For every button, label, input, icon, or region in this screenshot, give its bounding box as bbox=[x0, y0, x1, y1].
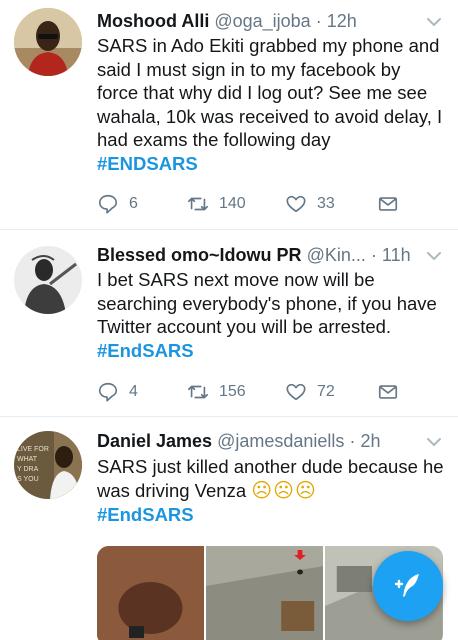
retweet-button[interactable]: 140 bbox=[187, 192, 246, 216]
chevron-down-icon[interactable] bbox=[426, 14, 442, 30]
retweet-icon bbox=[188, 385, 208, 399]
tweet-header: Blessed omo~Idowu PR @Kin... · 11h bbox=[97, 244, 418, 266]
like-count: 33 bbox=[317, 195, 335, 212]
tweet-actions: 6 140 33 bbox=[97, 192, 418, 216]
user-handle[interactable]: @oga_ijoba bbox=[214, 11, 310, 31]
retweet-count: 140 bbox=[219, 195, 246, 212]
avatar-image bbox=[14, 8, 82, 76]
heart-icon bbox=[286, 383, 306, 401]
display-name[interactable]: Blessed omo~Idowu PR bbox=[97, 245, 302, 265]
user-handle[interactable]: @jamesdaniells bbox=[217, 431, 344, 451]
tweet-text-content: SARS in Ado Ekiti grabbed my phone and s… bbox=[97, 35, 443, 150]
avatar-caption-line: Y DRA bbox=[17, 466, 39, 473]
share-button[interactable] bbox=[377, 380, 399, 404]
avatar-image bbox=[14, 246, 82, 314]
reply-button[interactable]: 4 bbox=[97, 380, 138, 404]
display-name[interactable]: Moshood Alli bbox=[97, 11, 209, 31]
reply-count: 4 bbox=[129, 383, 138, 400]
avatar[interactable]: LIVE FOR WHAT Y DRA S YOU bbox=[14, 431, 82, 499]
tweet-text: SARS in Ado Ekiti grabbed my phone and s… bbox=[97, 34, 444, 175]
separator-dot: · bbox=[370, 245, 377, 265]
tweet-actions: 4 156 72 bbox=[97, 380, 418, 404]
avatar[interactable] bbox=[14, 246, 82, 314]
hashtag-link[interactable]: #ENDSARS bbox=[97, 152, 444, 176]
avatar-image: LIVE FOR WHAT Y DRA S YOU bbox=[14, 431, 82, 499]
tweet-header: Moshood Alli @oga_ijoba · 12h bbox=[97, 10, 418, 32]
separator-dot: · bbox=[349, 431, 356, 451]
avatar-caption-line: S YOU bbox=[17, 476, 39, 483]
share-button[interactable] bbox=[377, 192, 399, 216]
avatar[interactable] bbox=[14, 8, 82, 76]
hashtag-link[interactable]: #EndSARS bbox=[97, 503, 444, 527]
avatar-caption-line: LIVE FOR bbox=[17, 446, 49, 453]
hashtag-link[interactable]: #EndSARS bbox=[97, 339, 444, 363]
emoji-frowning-faces: ☹☹☹ bbox=[251, 479, 317, 502]
timestamp[interactable]: 2h bbox=[360, 431, 380, 451]
media-image-2[interactable] bbox=[205, 546, 324, 640]
photo-icon bbox=[205, 546, 324, 640]
photo-icon bbox=[97, 546, 204, 640]
retweet-count: 156 bbox=[219, 383, 246, 400]
timestamp[interactable]: 12h bbox=[327, 11, 357, 31]
compose-tweet-button[interactable] bbox=[373, 551, 443, 621]
tweet[interactable]: Moshood Alli @oga_ijoba · 12h SARS in Ad… bbox=[0, 0, 458, 230]
envelope-icon bbox=[378, 385, 398, 399]
retweet-button[interactable]: 156 bbox=[187, 380, 246, 404]
chevron-down-icon[interactable] bbox=[426, 434, 442, 450]
like-button[interactable]: 33 bbox=[285, 192, 335, 216]
separator-dot: · bbox=[315, 11, 322, 31]
reply-icon bbox=[98, 194, 118, 214]
compose-tweet-icon bbox=[394, 574, 419, 597]
chevron-down-icon[interactable] bbox=[426, 248, 442, 264]
media-image-1[interactable] bbox=[97, 546, 204, 640]
retweet-icon bbox=[188, 197, 208, 211]
envelope-icon bbox=[378, 197, 398, 211]
user-handle[interactable]: @Kin... bbox=[307, 245, 366, 265]
reply-count: 6 bbox=[129, 195, 138, 212]
tweet-text-content: I bet SARS next move now will be searchi… bbox=[97, 269, 437, 337]
tweet-header: Daniel James @jamesdaniells · 2h bbox=[97, 430, 418, 452]
like-count: 72 bbox=[317, 383, 335, 400]
reply-button[interactable]: 6 bbox=[97, 192, 138, 216]
heart-icon bbox=[286, 195, 306, 213]
tweet-text: I bet SARS next move now will be searchi… bbox=[97, 268, 444, 362]
display-name[interactable]: Daniel James bbox=[97, 431, 212, 451]
reply-icon bbox=[98, 382, 118, 402]
tweet-text: SARS just killed another dude because he… bbox=[97, 455, 444, 527]
timestamp[interactable]: 11h bbox=[382, 245, 411, 265]
tweet[interactable]: Blessed omo~Idowu PR @Kin... · 11h I bet… bbox=[0, 230, 458, 417]
like-button[interactable]: 72 bbox=[285, 380, 335, 404]
avatar-caption-line: WHAT bbox=[17, 456, 38, 463]
